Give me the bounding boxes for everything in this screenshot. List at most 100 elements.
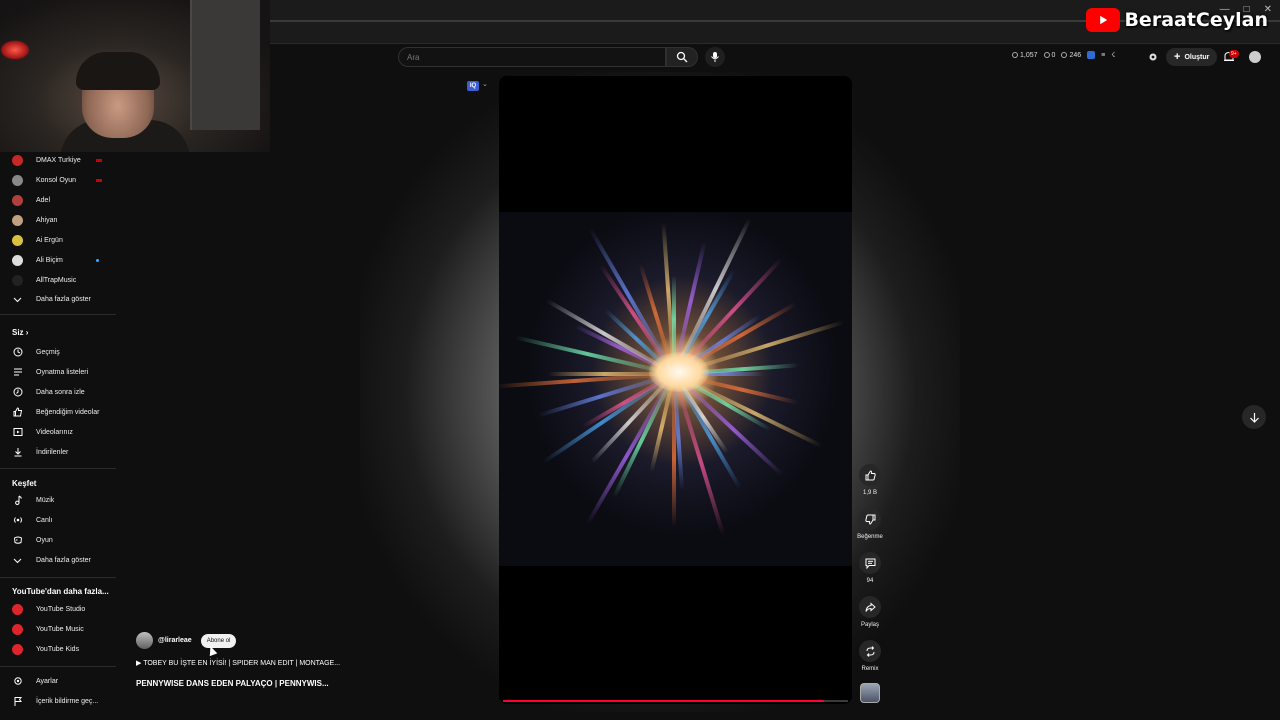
red-lamp: [0, 40, 30, 60]
sidebar-you-item[interactable]: İndirilenler: [0, 444, 116, 460]
like-button[interactable]: 1,9 B: [856, 464, 884, 496]
remix-label: Remix: [861, 666, 879, 672]
channel-avatar-icon: [12, 214, 23, 226]
history-icon: [12, 347, 23, 358]
sidebar-divider: [0, 468, 116, 469]
youtube-music-icon: [12, 623, 23, 635]
sidebar-divider: [0, 577, 116, 578]
sidebar-you-item[interactable]: Geçmiş: [0, 344, 116, 360]
sidebar-subscription-item[interactable]: DMAX Turkiye: [0, 152, 116, 168]
subscribe-button[interactable]: Abone ol: [200, 633, 237, 648]
clock-icon: [1012, 52, 1018, 58]
notification-count-badge: 9+: [1229, 50, 1239, 58]
sidebar-item-label: Daha sonra izle: [36, 388, 85, 396]
stat-zero: 0: [1043, 51, 1056, 59]
sidebar-subscription-item[interactable]: Ai Ergün: [0, 232, 116, 248]
sidebar-explore-item[interactable]: Oyun: [0, 532, 116, 548]
sidebar-you-heading-label: Siz: [12, 328, 24, 337]
list-icon[interactable]: ≡: [1101, 52, 1105, 59]
new-content-dot: [96, 258, 99, 262]
account-avatar[interactable]: [1249, 51, 1261, 63]
sidebar-explore-item[interactable]: Müzik: [0, 492, 116, 508]
app-logo: [12, 623, 23, 635]
create-button[interactable]: + Oluştur: [1166, 48, 1218, 66]
stat-count-value: 246: [1069, 51, 1082, 59]
sidebar-subscription-item[interactable]: Adel: [0, 192, 116, 208]
share-arrow-icon: [859, 596, 881, 618]
channel-avatar: [12, 234, 23, 246]
webcam-feed: [0, 0, 270, 152]
sidebar-you-item[interactable]: Daha sonra izle: [0, 384, 116, 400]
related-video-link[interactable]: ▶ TOBEY BU İŞTE EN İYİSİ! | SPIDER MAN E…: [136, 659, 340, 667]
comment-count: 94: [866, 578, 874, 584]
voice-search-button[interactable]: [705, 47, 725, 67]
search-button[interactable]: [666, 47, 698, 67]
sidebar-more-item[interactable]: YouTube Studio: [0, 601, 116, 617]
live-indicator: [96, 178, 102, 182]
share-button[interactable]: Paylaş: [856, 596, 884, 628]
sidebar-item-label: YouTube Kids: [36, 645, 80, 653]
live-indicator: [96, 158, 102, 162]
app-logo: [12, 643, 23, 655]
sidebar-item-label: Konsol Oyun: [36, 176, 77, 184]
stat-zero-value: 0: [1051, 51, 1056, 59]
video-progress-bar[interactable]: [503, 700, 848, 702]
chevron-down-icon: [12, 555, 23, 566]
eye-icon: [1061, 52, 1068, 58]
gamepad-icon: [12, 535, 23, 546]
sidebar-subscription-item[interactable]: AllTrapMusic: [0, 272, 116, 288]
chevron-down-icon[interactable]: ⌄: [482, 80, 488, 88]
like-count: 1,9 B: [862, 490, 877, 496]
captions-badge[interactable]: IQ: [467, 81, 479, 91]
sidebar-item-report[interactable]: İçerik bildirme geç...: [0, 693, 116, 709]
search-input[interactable]: Ara: [398, 47, 666, 67]
sidebar-you-heading[interactable]: Siz ›: [12, 328, 28, 337]
comments-button[interactable]: 94: [856, 552, 884, 584]
flag-icon: [12, 696, 23, 707]
channel-avatar[interactable]: [136, 632, 153, 649]
sidebar-subscription-item[interactable]: Konsol Oyun: [0, 172, 116, 188]
shorts-video-player[interactable]: [499, 76, 852, 704]
sidebar-show-more-explore[interactable]: Daha fazla göster: [0, 552, 116, 568]
audio-source-avatar[interactable]: [860, 683, 880, 703]
short-channel-info: @lirarleae Abone ol: [136, 632, 237, 649]
sidebar-show-more-subscriptions[interactable]: Daha fazla göster: [0, 291, 116, 307]
channel-avatar: [12, 154, 23, 166]
sidebar-more-item[interactable]: YouTube Music: [0, 621, 116, 637]
remix-button[interactable]: Remix: [856, 640, 884, 672]
chevron-down-icon: [12, 294, 23, 305]
channel-handle[interactable]: @lirarleae: [158, 637, 192, 644]
stat-views-value: 1,057: [1020, 51, 1038, 59]
sidebar-item-label: Daha fazla göster: [36, 556, 91, 564]
sidebar-item-label: Müzik: [36, 496, 55, 504]
channel-avatar-icon: [12, 194, 23, 206]
search-icon: [676, 51, 688, 63]
thumbs-up-icon: [859, 464, 881, 486]
sidebar-item-label: Geçmiş: [36, 348, 60, 356]
background-door: [190, 0, 260, 130]
youtube-logo-icon: [1086, 8, 1121, 32]
chevron-right-icon: ›: [25, 328, 29, 337]
light-ray: [672, 374, 676, 527]
sidebar-subscription-item[interactable]: Ahiyan: [0, 212, 116, 228]
stat-views: 1,057: [1012, 52, 1038, 59]
playlist-icon: [12, 367, 23, 378]
dislike-button[interactable]: Beğenme: [856, 508, 884, 540]
app-logo: [12, 603, 23, 615]
video-progress-fill: [503, 700, 824, 702]
sidebar-subscription-item[interactable]: Ali Biçim: [0, 252, 116, 268]
short-title[interactable]: PENNYWISE DANS EDEN PALYAÇO | PENNYWIS..…: [136, 679, 329, 688]
sidebar-you-item[interactable]: Videolarınız: [0, 424, 116, 440]
sidebar-explore-item[interactable]: Canlı: [0, 512, 116, 528]
extension-icon[interactable]: [1087, 51, 1096, 59]
sidebar-you-item[interactable]: Oynatma listeleri: [0, 364, 116, 380]
sidebar-you-item[interactable]: Beğendiğim videolar: [0, 404, 116, 420]
next-short-button[interactable]: [1242, 405, 1266, 429]
sidebar-item-label: Ai Ergün: [36, 236, 63, 244]
sidebar-item-label: Ali Biçim: [36, 256, 63, 264]
sidebar-item-settings[interactable]: Ayarlar: [0, 673, 116, 689]
trophy-icon[interactable]: ☇: [1111, 51, 1115, 59]
sidebar-more-item[interactable]: YouTube Kids: [0, 641, 116, 657]
comment-icon: [859, 552, 881, 574]
gear-icon[interactable]: [1147, 51, 1159, 63]
